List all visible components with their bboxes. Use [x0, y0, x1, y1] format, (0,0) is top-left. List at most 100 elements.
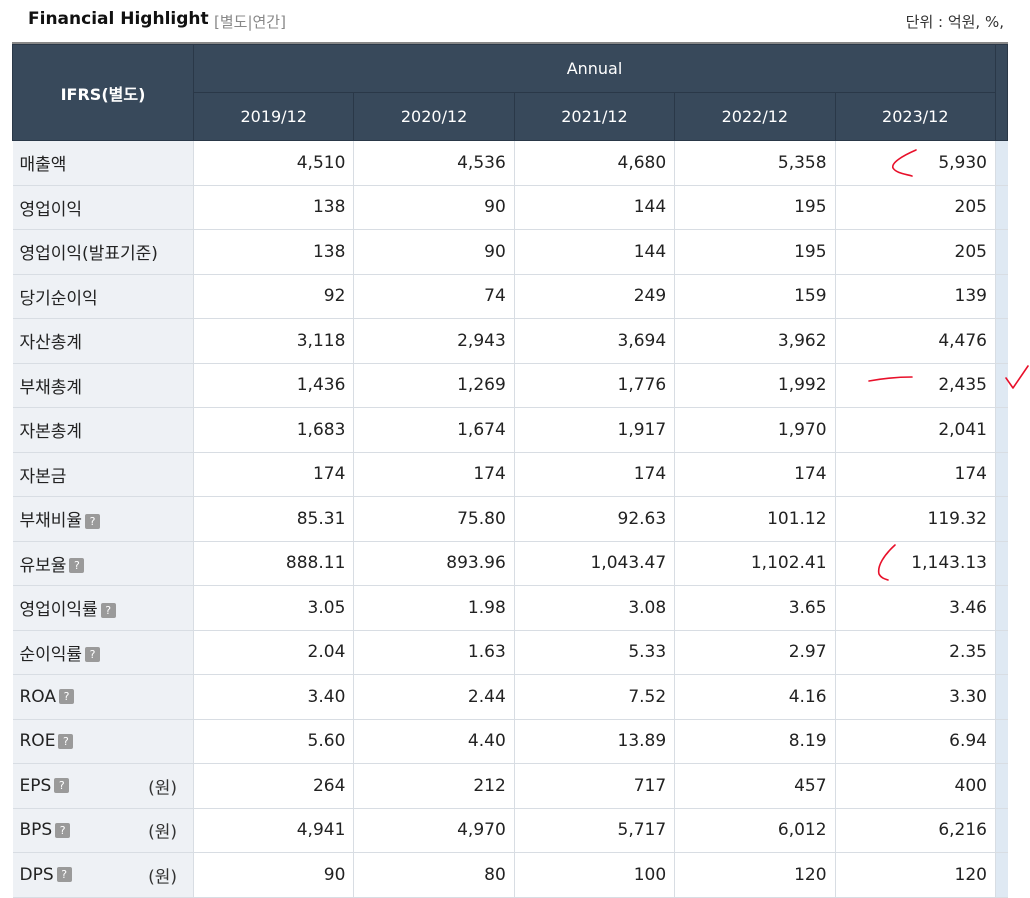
value-cell: 5.60	[193, 719, 355, 764]
value-cell: 5,358	[674, 140, 836, 186]
row-label: 자본금	[19, 466, 67, 487]
value-cell: 92	[193, 274, 355, 319]
table-row: ROA? 3.40 2.44 7.52 4.16 3.30	[12, 674, 1008, 720]
scrollbar-header	[995, 44, 1008, 141]
value-cell: 1,992	[674, 363, 836, 408]
row-label-cell: 영업이익	[12, 185, 194, 230]
value-cell: 80	[353, 852, 515, 898]
value-cell: 7.52	[514, 674, 676, 720]
help-icon[interactable]: ?	[55, 822, 71, 838]
help-icon[interactable]: ?	[59, 689, 75, 705]
scrollbar-track[interactable]	[995, 763, 1008, 809]
scrollbar-track[interactable]	[995, 674, 1008, 720]
table-row: 매출액 4,510 4,536 4,680 5,358 5,930	[12, 140, 1008, 186]
value-cell: 2.35	[835, 630, 997, 675]
annual-header: Annual	[193, 44, 996, 93]
section-header: Financial Highlight [별도|연간] 단위 : 억원, %,	[12, 0, 1008, 42]
row-label-cell: 매출액	[12, 140, 194, 186]
row-label: ROE	[19, 731, 56, 752]
row-label-cell: DPS? (원)	[12, 852, 194, 898]
year-header: 2020/12	[353, 92, 515, 141]
scrollbar-track[interactable]	[995, 630, 1008, 675]
value-cell: 174	[835, 452, 997, 497]
value-cell: 3.08	[514, 585, 676, 631]
row-label: 자산총계	[19, 333, 83, 354]
scrollbar-track[interactable]	[995, 541, 1008, 586]
value-cell: 205	[835, 185, 997, 230]
row-unit: (원)	[148, 822, 177, 843]
value-cell: 212	[353, 763, 515, 809]
row-label: 유보율	[19, 555, 67, 576]
value-cell: 717	[514, 763, 676, 809]
value-cell: 138	[193, 185, 355, 230]
value-cell: 195	[674, 229, 836, 275]
value-cell: 4,680	[514, 140, 676, 186]
value-cell: 205	[835, 229, 997, 275]
period-filter[interactable]: [별도|연간]	[214, 11, 286, 32]
row-label-cell: 자산총계	[12, 318, 194, 364]
value-cell: 4.16	[674, 674, 836, 720]
scrollbar-track[interactable]	[995, 140, 1008, 186]
scrollbar-track[interactable]	[995, 274, 1008, 319]
row-label: 부채비율	[19, 511, 83, 532]
value-cell: 120	[674, 852, 836, 898]
value-cell: 1.98	[353, 585, 515, 631]
row-label-cell: BPS? (원)	[12, 808, 194, 853]
ifrs-header: IFRS(별도)	[12, 44, 194, 141]
row-label: 순이익률	[19, 644, 83, 665]
value-cell: 1,269	[353, 363, 515, 408]
help-icon[interactable]: ?	[85, 513, 101, 529]
year-header: 2022/12	[674, 92, 836, 141]
value-cell: 1,436	[193, 363, 355, 408]
value-cell: 174	[514, 452, 676, 497]
scrollbar-track[interactable]	[995, 852, 1008, 898]
year-header: 2019/12	[192, 92, 355, 141]
value-cell: 75.80	[353, 496, 515, 542]
table-row: DPS? (원) 90 80 100 120 120	[12, 852, 1008, 898]
row-label-cell: 순이익률?	[12, 630, 194, 675]
value-cell: 119.32	[835, 496, 997, 542]
help-icon[interactable]: ?	[58, 733, 74, 749]
section-title: Financial Highlight	[28, 9, 209, 29]
table-row: 영업이익률? 3.05 1.98 3.08 3.65 3.46	[12, 585, 1008, 631]
value-cell: 174	[674, 452, 836, 497]
scrollbar-track[interactable]	[995, 719, 1008, 764]
row-label-cell: 유보율?	[12, 541, 194, 586]
value-cell: 249	[514, 274, 676, 319]
row-label-cell: 자본금	[12, 452, 194, 497]
unit-note: 단위 : 억원, %,	[905, 13, 1004, 31]
value-cell: 139	[835, 274, 997, 319]
scrollbar-track[interactable]	[995, 318, 1008, 364]
scrollbar-track[interactable]	[995, 585, 1008, 631]
table-row: 순이익률? 2.04 1.63 5.33 2.97 2.35	[12, 630, 1008, 675]
scrollbar-track[interactable]	[995, 185, 1008, 230]
scrollbar-track[interactable]	[995, 452, 1008, 497]
row-label-cell: ROE?	[12, 719, 194, 764]
value-cell: 1.63	[353, 630, 515, 675]
scrollbar-track[interactable]	[995, 808, 1008, 853]
row-label: ROA	[19, 686, 57, 707]
scrollbar-track[interactable]	[995, 496, 1008, 542]
value-cell: 92.63	[514, 496, 676, 542]
value-cell: 2.44	[353, 674, 515, 720]
row-unit: (원)	[148, 778, 177, 799]
value-cell: 174	[353, 452, 515, 497]
value-cell: 90	[353, 229, 515, 275]
value-cell: 457	[674, 763, 836, 809]
table-row: 자본금 174 174 174 174 174	[12, 452, 1008, 497]
value-cell: 264	[193, 763, 355, 809]
help-icon[interactable]: ?	[54, 778, 70, 794]
value-cell: 2.97	[674, 630, 836, 675]
help-icon[interactable]: ?	[69, 558, 85, 574]
row-label: 자본총계	[19, 422, 83, 443]
value-cell: 8.19	[674, 719, 836, 764]
value-cell: 2,943	[353, 318, 515, 364]
value-cell: 4,510	[193, 140, 355, 186]
help-icon[interactable]: ?	[85, 647, 101, 663]
value-cell: 400	[835, 763, 997, 809]
help-icon[interactable]: ?	[100, 602, 116, 618]
value-cell: 1,683	[193, 407, 355, 453]
scrollbar-track[interactable]	[995, 363, 1008, 408]
scrollbar-track[interactable]	[995, 407, 1008, 453]
scrollbar-track[interactable]	[995, 229, 1008, 275]
